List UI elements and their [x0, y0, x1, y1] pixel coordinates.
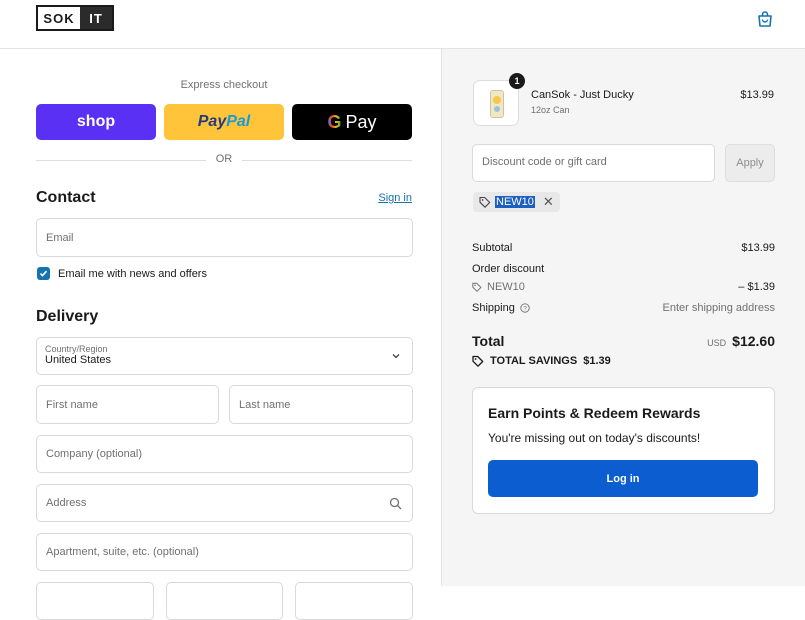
rewards-title: Earn Points & Redeem Rewards [488, 405, 701, 421]
total-savings: TOTAL SAVINGS $1.39 [472, 355, 611, 367]
paypal-button[interactable]: Pay Pal [164, 104, 284, 140]
company-placeholder: Company (optional) [46, 448, 142, 460]
zip-field[interactable] [295, 582, 413, 620]
rewards-card: Earn Points & Redeem Rewards You're miss… [472, 387, 775, 514]
order-discount-label: Order discount [472, 263, 545, 275]
product-thumbnail: 1 [473, 73, 525, 126]
discount-code-row: NEW10 [472, 281, 525, 293]
apartment-placeholder: Apartment, suite, etc. (optional) [46, 546, 199, 558]
store-logo[interactable]: SOK IT [36, 5, 114, 31]
order-summary: 1 CanSok - Just Ducky 12oz Can $13.99 Di… [441, 49, 805, 586]
rewards-subtitle: You're missing out on today's discounts! [488, 431, 701, 445]
news-checkbox-label: Email me with news and offers [58, 267, 207, 280]
product-price: $13.99 [740, 89, 774, 101]
logo-text-left: SOK [38, 7, 80, 29]
discount-code-label: NEW10 [487, 281, 525, 293]
savings-label: TOTAL SAVINGS [490, 355, 578, 367]
address-field[interactable]: Address [36, 484, 413, 522]
discount-value: – $1.39 [738, 281, 775, 293]
shop-pay-label: shop [76, 113, 116, 130]
contact-heading: Contact [36, 189, 96, 206]
google-pay-label: Pay [345, 111, 377, 132]
country-value: United States [45, 354, 112, 366]
email-placeholder: Email [46, 232, 74, 244]
google-g-icon: G [327, 111, 342, 132]
last-name-field[interactable]: Last name [229, 385, 413, 424]
or-divider: OR [36, 153, 412, 167]
search-icon [389, 497, 402, 510]
address-placeholder: Address [46, 497, 87, 509]
first-name-field[interactable]: First name [36, 385, 219, 424]
subtotal-value: $13.99 [741, 242, 775, 254]
country-label: Country/Region [45, 344, 108, 354]
country-select[interactable]: Country/Region United States [36, 337, 413, 375]
total-label: Total [472, 333, 505, 349]
help-circle-icon[interactable]: ? [520, 303, 530, 313]
logo-text-right: IT [80, 7, 112, 29]
total-currency: USD [707, 338, 727, 348]
apply-discount-button[interactable]: Apply [725, 144, 775, 182]
discount-placeholder: Discount code or gift card [482, 156, 607, 168]
savings-value: $1.39 [583, 355, 611, 367]
applied-code-text: NEW10 [495, 196, 535, 208]
product-variant: 12oz Can [531, 105, 570, 115]
state-field[interactable] [166, 582, 283, 620]
last-name-placeholder: Last name [239, 399, 291, 411]
email-field[interactable]: Email [36, 218, 413, 257]
subtotal-label: Subtotal [472, 242, 513, 254]
google-pay-button[interactable]: G Pay [292, 104, 412, 140]
header: SOK IT [0, 0, 805, 49]
total-amount: USD $12.60 [692, 333, 775, 349]
applied-discount-tag: NEW10 ✕ [473, 192, 560, 212]
delivery-heading: Delivery [36, 308, 99, 325]
tag-icon [479, 196, 491, 208]
shopping-bag-icon[interactable] [756, 10, 774, 28]
company-field[interactable]: Company (optional) [36, 435, 413, 473]
product-image [490, 90, 504, 118]
express-checkout-title: Express checkout [180, 79, 268, 91]
city-field[interactable] [36, 582, 154, 620]
shipping-label: Shipping [472, 302, 515, 314]
login-button[interactable]: Log in [488, 460, 758, 497]
news-checkbox[interactable] [37, 267, 50, 280]
product-name: CanSok - Just Ducky [531, 89, 634, 101]
shipping-value: Enter shipping address [662, 302, 775, 314]
checkout-form: Express checkout shop Pay Pal G Pay OR Con… [0, 49, 441, 620]
total-value: $12.60 [732, 333, 775, 349]
tag-icon [472, 282, 482, 292]
chevron-down-icon [392, 354, 400, 359]
quantity-badge: 1 [509, 73, 525, 89]
discount-code-input[interactable]: Discount code or gift card [472, 144, 715, 182]
news-opt-in[interactable]: Email me with news and offers [37, 267, 207, 280]
paypal-label-part2: Pal [226, 113, 251, 130]
remove-discount-icon[interactable]: ✕ [543, 194, 554, 210]
svg-text:?: ? [523, 306, 527, 313]
or-text: OR [215, 153, 233, 165]
sign-in-link[interactable]: Sign in [360, 192, 412, 204]
paypal-label-part1: Pay [197, 113, 227, 130]
shop-pay-button[interactable]: shop [36, 104, 156, 140]
tag-icon [472, 355, 484, 367]
apartment-field[interactable]: Apartment, suite, etc. (optional) [36, 533, 413, 571]
shipping-row: Shipping ? [472, 302, 530, 314]
checkmark-icon [39, 270, 48, 277]
first-name-placeholder: First name [46, 399, 98, 411]
